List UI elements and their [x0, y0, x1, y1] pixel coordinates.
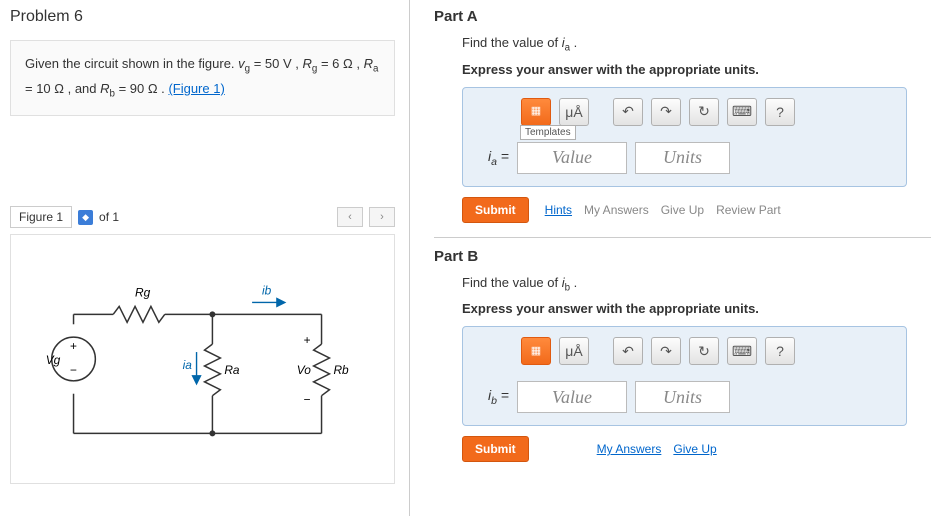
part-a-answer-box: ▦ Templates μÅ ↶ ↷ ↻ ⌨ ? ia = Value Unit…	[462, 87, 907, 187]
part-b-links: My Answers Give Up	[545, 442, 717, 456]
help-button[interactable]: ?	[765, 337, 795, 365]
part-a-links: Hints My Answers Give Up Review Part	[545, 203, 781, 217]
part-a-input-row: ia = Value Units	[475, 142, 894, 174]
part-a: Part A Find the value of ia . Express yo…	[434, 8, 931, 223]
part-a-instruction: Express your answer with the appropriate…	[462, 62, 931, 77]
hints-link[interactable]: Hints	[545, 203, 572, 217]
part-a-submit-button[interactable]: Submit	[462, 197, 529, 223]
label-ia: ia	[183, 358, 193, 372]
keyboard-button[interactable]: ⌨	[727, 98, 757, 126]
my-answers-link[interactable]: My Answers	[584, 203, 649, 217]
units-symbol-button[interactable]: μÅ	[559, 98, 589, 126]
problem-title: Problem 6	[10, 8, 395, 26]
part-b-input-row: ib = Value Units	[475, 381, 894, 413]
review-part-link[interactable]: Review Part	[716, 203, 781, 217]
part-b-instruction: Express your answer with the appropriate…	[462, 301, 931, 316]
undo-button[interactable]: ↶	[613, 98, 643, 126]
part-b-prompt: Find the value of ib .	[462, 275, 931, 294]
label-vo: Vo	[297, 363, 311, 377]
part-a-prompt: Find the value of ia .	[462, 35, 931, 54]
reset-button[interactable]: ↻	[689, 98, 719, 126]
part-b-answer-box: ▦ μÅ ↶ ↷ ↻ ⌨ ? ib = Value Units	[462, 326, 907, 426]
part-b-heading: Part B	[434, 248, 931, 265]
source-minus: −	[70, 363, 77, 377]
label-rg: Rg	[135, 286, 151, 300]
templates-icon: ▦	[531, 346, 541, 357]
redo-button[interactable]: ↷	[651, 98, 681, 126]
label-ra: Ra	[224, 363, 240, 377]
templates-button[interactable]: ▦ Templates	[521, 98, 551, 126]
right-pane: Part A Find the value of ia . Express yo…	[410, 0, 951, 516]
part-a-value-input[interactable]: Value	[517, 142, 627, 174]
figure-of-text: of 1	[99, 210, 119, 224]
part-a-submit-row: Submit Hints My Answers Give Up Review P…	[462, 197, 931, 223]
label-ib: ib	[262, 284, 272, 298]
part-b-lhs: ib =	[475, 387, 509, 407]
label-rb: Rb	[333, 363, 349, 377]
part-b-toolbar: ▦ μÅ ↶ ↷ ↻ ⌨ ?	[521, 337, 894, 365]
part-b: Part B Find the value of ib . Express yo…	[434, 248, 931, 463]
redo-button[interactable]: ↷	[651, 337, 681, 365]
part-a-lhs: ia =	[475, 148, 509, 168]
left-pane: Problem 6 Given the circuit shown in the…	[0, 0, 410, 516]
given-box: Given the circuit shown in the figure. v…	[10, 40, 395, 116]
figure-next-button[interactable]: ›	[369, 207, 395, 227]
templates-label: Templates	[520, 125, 576, 140]
part-b-submit-row: Submit My Answers Give Up	[462, 436, 931, 462]
figure-label: Figure 1	[10, 206, 72, 228]
figure-spinner-icon[interactable]: ◆	[78, 210, 93, 225]
part-b-units-input[interactable]: Units	[635, 381, 730, 413]
my-answers-link[interactable]: My Answers	[597, 442, 662, 456]
part-b-value-input[interactable]: Value	[517, 381, 627, 413]
label-vg: Vg	[46, 353, 61, 367]
source-plus: +	[70, 339, 77, 353]
part-a-toolbar: ▦ Templates μÅ ↶ ↷ ↻ ⌨ ?	[521, 98, 894, 126]
part-a-units-input[interactable]: Units	[635, 142, 730, 174]
templates-button[interactable]: ▦	[521, 337, 551, 365]
vo-plus: +	[304, 333, 311, 347]
part-b-submit-button[interactable]: Submit	[462, 436, 529, 462]
undo-button[interactable]: ↶	[613, 337, 643, 365]
divider	[434, 237, 931, 238]
figure-prev-button[interactable]: ‹	[337, 207, 363, 227]
vo-minus: −	[304, 393, 311, 407]
reset-button[interactable]: ↻	[689, 337, 719, 365]
keyboard-button[interactable]: ⌨	[727, 337, 757, 365]
circuit-figure: + − Vg Rg Ra Rb ia ib + Vo	[10, 234, 395, 484]
units-symbol-button[interactable]: μÅ	[559, 337, 589, 365]
part-a-heading: Part A	[434, 8, 931, 25]
help-button[interactable]: ?	[765, 98, 795, 126]
templates-icon: ▦	[531, 106, 541, 117]
give-up-link[interactable]: Give Up	[673, 442, 716, 456]
figure-link[interactable]: (Figure 1)	[168, 81, 224, 96]
give-up-link[interactable]: Give Up	[661, 203, 704, 217]
figure-nav-bar: Figure 1 ◆ of 1 ‹ ›	[10, 206, 395, 228]
